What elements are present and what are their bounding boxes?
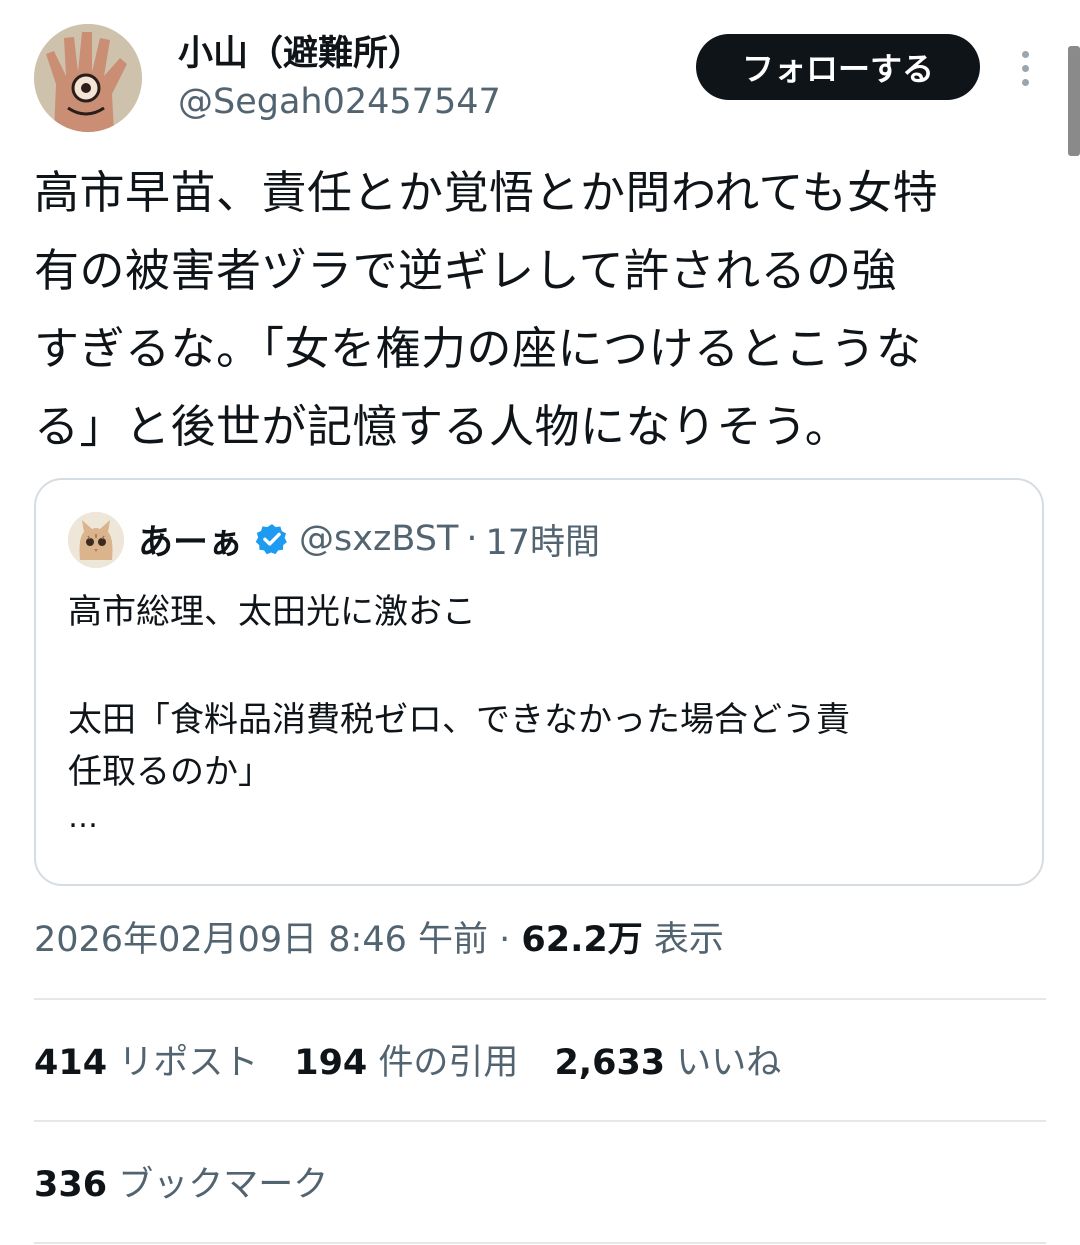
- tweet-meta: 2026年02月09日 8:46 午前 · 62.2万 表示: [34, 916, 724, 964]
- tweet-text-line: 有の被害者ヅラで逆ギレして許されるの強: [34, 244, 898, 297]
- divider: [34, 1120, 1046, 1122]
- hand-eye-avatar: [34, 24, 142, 132]
- ellipsis-dot: [1021, 78, 1029, 86]
- quotes-label: 件の引用: [378, 1043, 519, 1083]
- divider: [34, 998, 1046, 1000]
- reposts-label: リポスト: [118, 1043, 259, 1083]
- quoted-tweet-body: 高市総理、太田光に激おこ 太田「食料品消費税ゼロ、できなかった場合どう責 任取る…: [68, 586, 1018, 838]
- views-label: 表示: [653, 920, 724, 960]
- reposts-stat[interactable]: 414 リポスト: [34, 1038, 258, 1088]
- quotes-stat[interactable]: 194 件の引用: [294, 1038, 518, 1088]
- follow-button[interactable]: フォローする: [696, 34, 980, 100]
- quoted-tweet-line: 任取るのか」: [68, 752, 272, 792]
- header-separator: ·: [466, 519, 478, 559]
- reposts-count: 414: [34, 1043, 108, 1083]
- bookmarks-stat[interactable]: 336 ブックマーク: [34, 1160, 328, 1210]
- kitten-avatar: [68, 512, 124, 568]
- likes-label: いいね: [676, 1043, 782, 1083]
- tweet-text: 高市早苗、責任とか覚悟とか問われても女特 有の被害者ヅラで逆ギレして許されるの強…: [34, 154, 1044, 466]
- scrollbar[interactable]: [1068, 46, 1080, 156]
- ellipsis-dot: [1021, 50, 1029, 58]
- tweet-text-line: る」と後世が記憶する人物になりそう。: [34, 400, 851, 453]
- quoted-author-avatar[interactable]: [68, 512, 124, 568]
- quoted-tweet-line: 太田「食料品消費税ゼロ、できなかった場合どう責: [68, 700, 850, 740]
- quoted-tweet-line: 高市総理、太田光に激おこ: [68, 592, 476, 632]
- quoted-tweet-header: あーぁ @sxzBST · 17時間: [138, 514, 600, 564]
- tweet-text-line: 高市早苗、責任とか覚悟とか問われても女特: [34, 166, 939, 219]
- likes-stat[interactable]: 2,633 いいね: [554, 1038, 781, 1088]
- quoted-author-handle[interactable]: @sxzBST: [299, 519, 458, 559]
- author-handle[interactable]: @Segah02457547: [178, 80, 501, 124]
- bookmarks-count: 336: [34, 1165, 108, 1205]
- author-avatar[interactable]: [34, 24, 142, 132]
- verified-badge-icon: [255, 522, 289, 556]
- quoted-author-name[interactable]: あーぁ: [138, 514, 243, 565]
- quoted-tweet-card[interactable]: あーぁ @sxzBST · 17時間 高市総理、太田光に激おこ 太田「食料品消費…: [34, 478, 1044, 886]
- engagement-stats: 414 リポスト 194 件の引用 2,633 いいね: [34, 1038, 817, 1088]
- quotes-count: 194: [294, 1043, 368, 1083]
- tweet-timestamp[interactable]: 2026年02月09日 8:46 午前: [34, 920, 488, 960]
- likes-count: 2,633: [554, 1043, 666, 1083]
- author-display-name[interactable]: 小山（避難所）: [178, 32, 423, 76]
- bookmarks-label: ブックマーク: [118, 1165, 329, 1205]
- tweet-text-line: すぎるな。「女を権力の座につけるとこうな: [34, 322, 922, 375]
- quoted-tweet-ellipsis: …: [68, 800, 98, 835]
- ellipsis-dot: [1021, 64, 1029, 72]
- views-count: 62.2万: [521, 920, 643, 960]
- quoted-tweet-time[interactable]: 17時間: [485, 514, 600, 565]
- meta-separator: ·: [499, 920, 511, 960]
- vertical-ellipsis-icon[interactable]: [1008, 44, 1042, 92]
- divider: [34, 1242, 1046, 1244]
